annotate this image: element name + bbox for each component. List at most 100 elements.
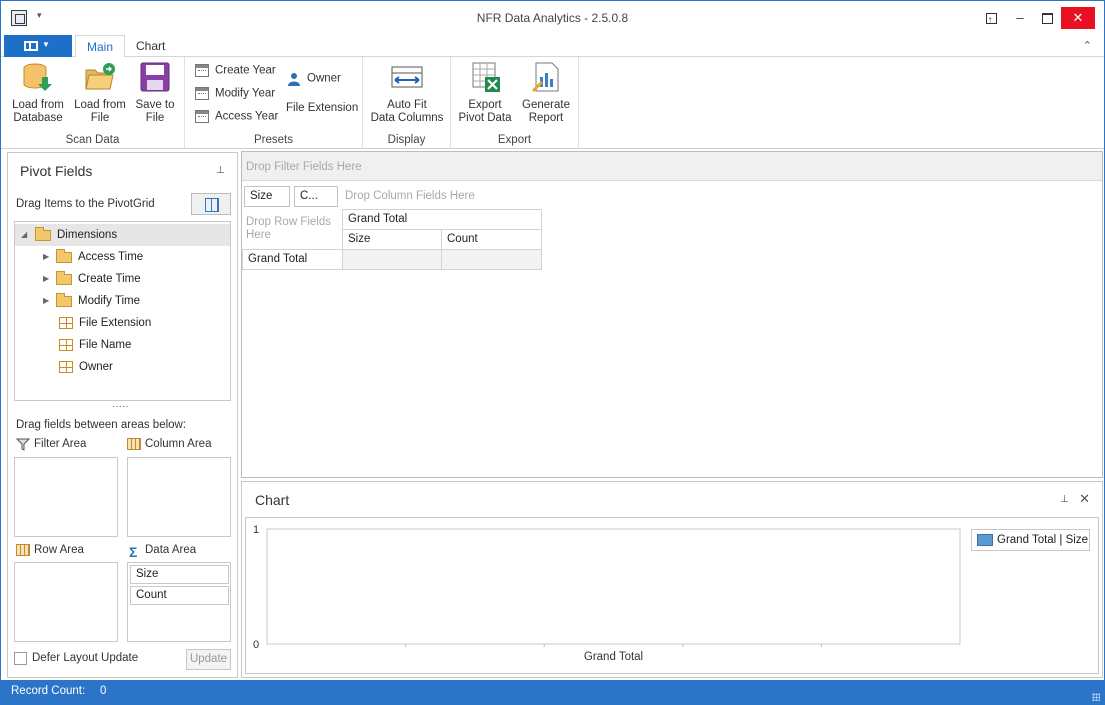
tree-item-label: Access Time <box>78 251 144 263</box>
create-year-label: Create Year <box>215 64 276 77</box>
file-extension-button[interactable]: File Extension <box>286 102 358 114</box>
export-pivot-data-button[interactable]: Export Pivot Data <box>457 61 513 125</box>
record-count-label: Record Count: <box>11 685 86 697</box>
folder-icon <box>56 249 72 263</box>
maximize-icon <box>1041 13 1053 25</box>
close-button[interactable]: ✕ <box>1061 7 1095 29</box>
create-year-button[interactable]: Create Year <box>195 64 276 77</box>
tree-item-dimensions[interactable]: ◢ Dimensions <box>15 224 230 246</box>
group-export: Export Pivot Data Generate Report Export <box>451 57 579 149</box>
status-bar: Record Count: 0 <box>1 680 1104 704</box>
title-bar: ▾ NFR Data Analytics - 2.5.0.8 – ✕ <box>1 1 1104 35</box>
chart-legend[interactable]: Grand Total | Size <box>971 529 1090 551</box>
database-download-icon <box>22 61 54 93</box>
modify-year-button[interactable]: Modify Year <box>195 87 275 100</box>
pivot-fields-title: Pivot Fields <box>20 163 93 179</box>
grand-total-row-header: Grand Total <box>242 249 343 270</box>
export-excel-icon <box>469 61 501 93</box>
minimize-button[interactable]: – <box>1005 7 1035 29</box>
column-area-label: Column Area <box>127 438 211 450</box>
tree-item-modify-time[interactable]: ▶ Modify Time <box>15 290 230 312</box>
load-from-file-button[interactable]: Load from File <box>71 61 129 125</box>
layout-options-button[interactable] <box>191 193 231 215</box>
export-pivot-data-label: Export Pivot Data <box>458 99 512 124</box>
generate-report-label: Generate Report <box>522 99 570 124</box>
data-header-count[interactable]: C... <box>294 186 338 207</box>
filter-area-text: Filter Area <box>34 438 87 451</box>
tree-item-owner[interactable]: Owner <box>15 356 230 378</box>
save-to-file-label: Save to File <box>135 99 175 124</box>
pin-icon[interactable]: ⊥ <box>216 165 225 176</box>
owner-button[interactable]: Owner <box>287 72 341 86</box>
load-from-database-button[interactable]: Load from Database <box>9 61 67 125</box>
table-cell[interactable] <box>342 249 442 270</box>
group-label-display: Display <box>387 134 426 146</box>
grand-total-column-header: Grand Total <box>342 209 542 230</box>
field-icon <box>59 339 73 351</box>
chart-area: 0 1 Grand Total Grand Total | Size <box>245 517 1099 674</box>
expand-arrow-icon[interactable]: ▶ <box>43 268 49 290</box>
table-cell[interactable] <box>441 249 542 270</box>
data-field-size[interactable]: Size <box>130 565 229 584</box>
expand-arrow-icon[interactable]: ▶ <box>43 246 49 268</box>
tab-main[interactable]: Main <box>75 35 126 58</box>
maximize-button[interactable] <box>1032 7 1062 29</box>
ribbon-display-options-button[interactable] <box>976 7 1006 32</box>
row-area-label: Row Area <box>16 544 84 556</box>
resize-grip-icon[interactable] <box>1092 693 1100 701</box>
y-tick-label: 1 <box>253 524 259 536</box>
update-button[interactable]: Update <box>186 649 231 670</box>
tab-chart[interactable]: Chart <box>125 35 176 58</box>
splitter-handle[interactable]: ····· <box>112 401 129 412</box>
tree-item-label: Owner <box>79 361 113 373</box>
group-presets: Create Year Modify Year Access Year Owne… <box>185 57 363 149</box>
generate-report-button[interactable]: Generate Report <box>517 61 575 125</box>
field-tree: ◢ Dimensions ▶ Access Time ▶ Create Time… <box>14 221 231 401</box>
collapse-ribbon-icon[interactable]: ⌃ <box>1083 39 1092 52</box>
areas-hint: Drag fields between areas below: <box>16 419 187 431</box>
pivot-filter-area[interactable]: Drop Filter Fields Here <box>242 152 1102 181</box>
defer-layout-label: Defer Layout Update <box>32 652 139 664</box>
y-tick-label: 0 <box>253 639 259 651</box>
data-header-size[interactable]: Size <box>244 186 290 207</box>
row-grid-icon <box>16 544 30 556</box>
row-area-drop-zone[interactable] <box>14 562 118 642</box>
ribbon-display-icon <box>985 10 997 32</box>
folder-icon <box>56 293 72 307</box>
data-area-text: Data Area <box>145 544 197 557</box>
data-area-drop-zone[interactable]: Size Count <box>127 562 231 642</box>
column-area-text: Column Area <box>145 438 212 451</box>
owner-label: Owner <box>307 72 341 85</box>
filter-area-drop-zone[interactable] <box>14 457 118 537</box>
column-area-drop-zone[interactable] <box>127 457 231 537</box>
column-header-count: Count <box>441 229 542 250</box>
group-display: Auto Fit Data Columns Display <box>363 57 451 149</box>
collapse-arrow-icon[interactable]: ◢ <box>21 224 27 246</box>
application-menu-button[interactable]: ▼ <box>4 35 72 57</box>
user-icon <box>287 72 301 86</box>
data-field-count[interactable]: Count <box>130 586 229 605</box>
pin-icon[interactable]: ⊥ <box>1060 494 1069 505</box>
tree-item-create-time[interactable]: ▶ Create Time <box>15 268 230 290</box>
tree-item-file-name[interactable]: File Name <box>15 334 230 356</box>
menu-icon <box>24 41 38 51</box>
save-to-file-button[interactable]: Save to File <box>129 61 181 125</box>
tree-item-label: Modify Time <box>78 295 140 307</box>
app-window: ▾ NFR Data Analytics - 2.5.0.8 – ✕ ▼ Mai… <box>0 0 1105 705</box>
defer-layout-checkbox[interactable] <box>14 652 27 665</box>
pivot-fields-panel: Pivot Fields ⊥ Drag Items to the PivotGr… <box>7 152 238 678</box>
tree-item-file-extension[interactable]: File Extension <box>15 312 230 334</box>
group-label-presets: Presets <box>254 134 293 146</box>
x-tick-label: Grand Total <box>584 651 643 663</box>
expand-arrow-icon[interactable]: ▶ <box>43 290 49 312</box>
column-header-size: Size <box>342 229 442 250</box>
folder-icon <box>56 271 72 285</box>
tree-item-access-time[interactable]: ▶ Access Time <box>15 246 230 268</box>
pivot-grid: Drop Filter Fields Here Size C... Drop C… <box>241 151 1103 478</box>
field-icon <box>59 317 73 329</box>
calendar-icon <box>195 64 209 77</box>
close-icon[interactable]: ✕ <box>1079 491 1090 507</box>
auto-fit-columns-button[interactable]: Auto Fit Data Columns <box>367 61 447 125</box>
access-year-button[interactable]: Access Year <box>195 110 278 123</box>
load-from-file-label: Load from File <box>74 99 126 124</box>
